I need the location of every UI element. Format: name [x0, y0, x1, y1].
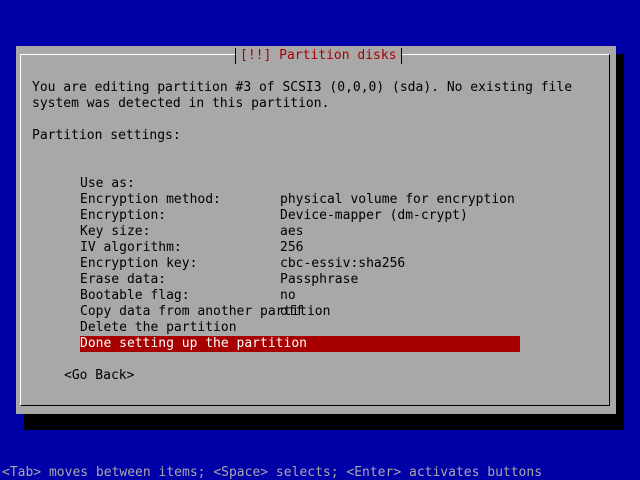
setting-erase-data[interactable]: Erase data: no	[80, 256, 560, 303]
go-back-button[interactable]: <Go Back>	[64, 368, 134, 384]
settings-header: Partition settings:	[32, 128, 181, 143]
setting-value: no	[280, 288, 296, 303]
help-line: <Tab> moves between items; <Space> selec…	[2, 465, 543, 480]
dialog-title: [!!] Partition disks	[235, 48, 402, 64]
setting-encryption-key[interactable]: Encryption key: Passphrase	[80, 240, 560, 287]
intro-text-line-2: system was detected in this partition.	[32, 96, 330, 111]
setting-encryption-method[interactable]: Encryption method: Device-mapper (dm-cry…	[80, 176, 560, 223]
intro-text-line-1: You are editing partition #3 of SCSI3 (0…	[32, 80, 573, 95]
setting-bootable-flag[interactable]: Bootable flag: off	[80, 272, 560, 319]
setting-key-size[interactable]: Key size: 256	[80, 208, 560, 255]
setting-label: Bootable flag:	[80, 288, 190, 303]
delete-partition-option[interactable]: Delete the partition	[80, 320, 520, 336]
setting-use-as[interactable]: Use as: physical volume for encryption	[80, 160, 560, 207]
done-setting-up-option[interactable]: Done setting up the partition	[80, 336, 520, 352]
setting-encryption[interactable]: Encryption: aes	[80, 192, 560, 239]
partition-dialog: [!!] Partition disks You are editing par…	[16, 46, 616, 414]
copy-data-option[interactable]: Copy data from another partition	[80, 304, 520, 320]
setting-iv-algorithm[interactable]: IV algorithm: cbc-essiv:sha256	[80, 224, 560, 271]
